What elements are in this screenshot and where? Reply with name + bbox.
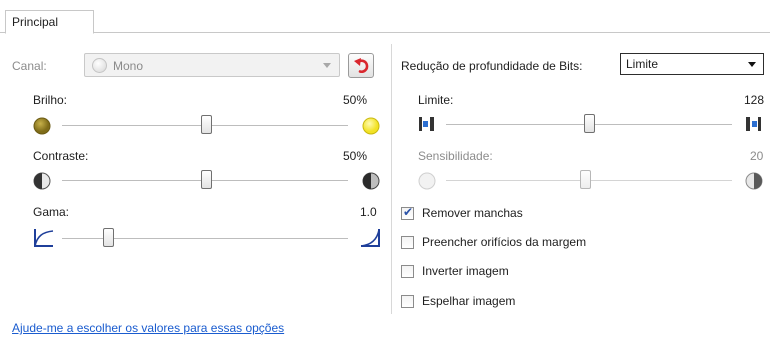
fill-holes-checkbox[interactable] [401,236,414,249]
gamma-curve-high-icon [360,229,380,247]
reset-button[interactable] [348,53,374,78]
channel-label: Canal: [12,59,47,73]
fill-holes-label: Preencher orifícios da margem [422,235,587,249]
sensitivity-label: Sensibilidade: [418,149,493,163]
contrast-value: 50% [343,149,368,163]
remove-spots-checkbox[interactable] [401,205,414,220]
mirror-image-checkbox[interactable] [401,295,414,308]
threshold-slider-thumb[interactable] [584,114,595,133]
mirror-image-label: Espelhar imagem [422,294,516,308]
bit-depth-label: Redução de profundidade de Bits: [401,59,583,73]
threshold-right-icon [746,117,761,131]
remove-spots-label: Remover manchas [422,206,523,220]
gamma-value: 1.0 [360,205,377,219]
tab-strip: Principal [0,10,770,34]
panel-divider [391,44,392,314]
dark-circle-icon [33,117,51,135]
brightness-value: 50% [343,93,368,107]
gamma-label: Gama: [33,205,70,219]
threshold-left-icon [419,117,434,131]
contrast-label: Contraste: [33,149,89,163]
contrast-low-icon [33,172,51,190]
brightness-slider-thumb[interactable] [201,115,212,134]
contrast-slider-thumb[interactable] [201,170,212,189]
sensitivity-low-icon [418,172,436,190]
threshold-value: 128 [744,93,765,107]
threshold-label: Limite: [418,93,454,107]
invert-image-checkbox[interactable] [401,265,414,278]
mono-swatch-icon [92,58,107,73]
channel-select: Mono [84,53,340,77]
reset-arrow-icon [354,58,369,73]
help-link[interactable]: Ajude-me a escolher os valores para essa… [12,321,284,335]
channel-value: Mono [113,59,144,73]
brightness-label: Brilho: [33,93,68,107]
invert-image-label: Inverter imagem [422,264,509,278]
chevron-down-icon [323,63,331,68]
tab-principal[interactable]: Principal [5,10,94,34]
gamma-slider-thumb[interactable] [103,228,114,247]
gamma-curve-low-icon [34,229,54,247]
sensitivity-value: 20 [750,149,764,163]
sensitivity-slider-thumb [580,170,591,189]
bright-circle-icon [362,117,380,135]
contrast-high-icon [362,172,380,190]
sensitivity-high-icon [745,172,763,190]
bit-depth-value: Limite [626,57,659,71]
bit-depth-select[interactable]: Limite [620,53,764,75]
chevron-down-icon [748,62,756,67]
